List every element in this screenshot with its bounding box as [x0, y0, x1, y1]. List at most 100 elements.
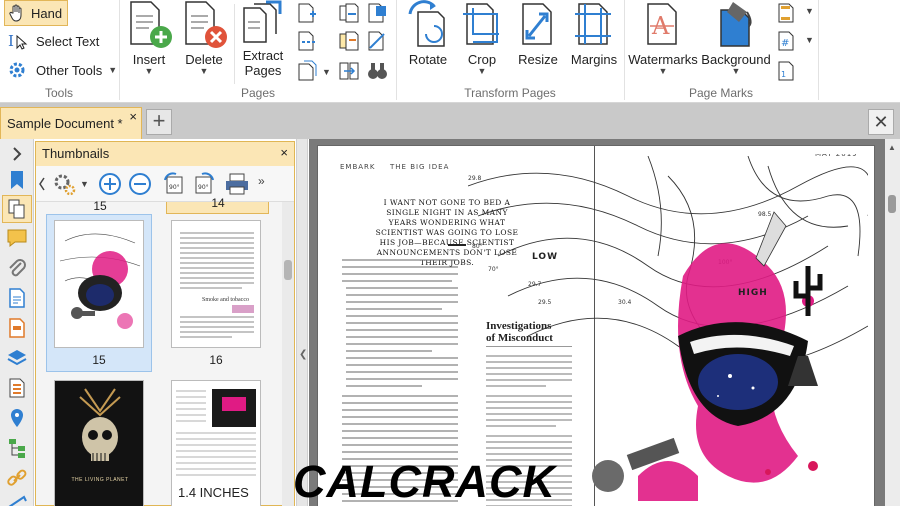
rotate-left-icon[interactable]: 90° — [162, 172, 186, 196]
page-number-icon[interactable]: 1 — [776, 60, 798, 82]
collapse-arrow-icon[interactable] — [38, 172, 46, 196]
watermark-text: CALCRACK — [293, 456, 556, 506]
page-thumbnail-15[interactable] — [54, 220, 144, 348]
header-footer-icon[interactable] — [776, 2, 798, 24]
split-page-icon[interactable] — [296, 30, 318, 52]
flatten-pages-icon[interactable] — [366, 30, 388, 52]
group-divider — [119, 0, 120, 100]
zoom-out-icon[interactable] — [128, 172, 152, 196]
swap-pages-icon[interactable] — [338, 30, 360, 52]
document-scrollbar[interactable]: ▲ — [885, 139, 900, 506]
copy-pages-icon[interactable] — [338, 2, 360, 24]
skull-illustration — [55, 381, 143, 506]
extract-pages-button[interactable]: Extract Pages — [238, 0, 288, 78]
page-thumbnail-16[interactable]: Smoke and tobacco — [171, 220, 261, 348]
close-document-button[interactable]: ✕ — [868, 109, 894, 135]
structure-icon[interactable] — [6, 377, 28, 399]
expand-arrow-icon[interactable] — [6, 143, 28, 165]
comments-icon[interactable] — [6, 227, 28, 249]
svg-text:80°: 80° — [472, 243, 483, 250]
insert-blank-page-icon[interactable] — [296, 2, 318, 24]
move-pages-icon[interactable] — [338, 60, 360, 82]
binoculars-icon[interactable] — [366, 60, 388, 82]
background-button[interactable]: Background ▼ — [700, 0, 772, 76]
svg-text:70°: 70° — [488, 266, 499, 273]
page-number-label: 14 — [211, 196, 225, 210]
attachments-icon[interactable] — [6, 257, 28, 279]
background-label: Background — [701, 52, 771, 67]
bates-numbering-icon[interactable]: # — [776, 30, 798, 52]
print-icon[interactable] — [224, 172, 250, 196]
document-tab[interactable]: Sample Document * × — [0, 107, 142, 139]
svg-text:90°: 90° — [169, 184, 180, 191]
watermarks-button[interactable]: A Watermarks ▼ — [628, 0, 698, 76]
chevron-down-icon[interactable]: ▼ — [322, 68, 331, 77]
duplicate-page-icon[interactable] — [296, 60, 318, 82]
chevron-down-icon[interactable]: ▼ — [80, 180, 89, 189]
chevron-down-icon: ▼ — [477, 66, 487, 76]
resize-button[interactable]: Resize — [514, 0, 562, 67]
scrollbar-thumb[interactable] — [888, 195, 896, 213]
extract-label: Extract Pages — [243, 48, 283, 78]
extract-label-line1: Extract — [242, 48, 284, 63]
close-panel-icon[interactable]: × — [280, 145, 288, 160]
page-top-margin — [318, 146, 874, 154]
scrollbar-thumb[interactable] — [284, 260, 292, 280]
layers-icon[interactable] — [6, 347, 28, 369]
svg-text:30.4: 30.4 — [618, 299, 632, 306]
destinations-icon[interactable] — [6, 407, 28, 429]
thumbnails-title: Thumbnails — [42, 146, 110, 161]
document-tab-title: Sample Document * — [7, 116, 123, 131]
links-icon[interactable] — [6, 467, 28, 489]
rotate-button[interactable]: Rotate — [400, 0, 456, 67]
more-options-icon[interactable]: » — [258, 174, 265, 188]
zoom-in-icon[interactable] — [98, 172, 122, 196]
transform-group-label: Transform Pages — [464, 86, 556, 100]
group-divider — [396, 0, 397, 100]
page-number-16: 16 — [209, 353, 223, 367]
chevron-down-icon: ▼ — [108, 65, 118, 75]
scroll-up-icon[interactable]: ▲ — [888, 143, 896, 152]
crop-label: Crop — [467, 52, 497, 67]
crop-button[interactable]: Crop ▼ — [458, 0, 506, 76]
signature-icon[interactable] — [6, 495, 28, 506]
page-thumbnail-17[interactable]: THE LIVING PLANET — [54, 380, 144, 506]
select-text-button[interactable]: I Select Text — [4, 28, 103, 54]
other-tools-button[interactable]: Other Tools ▼ — [4, 57, 121, 83]
page-content-icon[interactable] — [6, 287, 28, 309]
rotate-right-icon[interactable]: 90° — [192, 172, 216, 196]
page-header-left: EMBARK — [340, 163, 376, 171]
pane-splitter[interactable]: ❮ — [296, 139, 308, 506]
chevron-down-icon[interactable]: ▼ — [805, 36, 814, 45]
page-16-text-lines — [180, 232, 254, 338]
hand-icon — [9, 4, 22, 22]
extract-label-line2: Pages — [244, 63, 282, 78]
page-thumbnail-18[interactable]: 1.4 INCHES — [171, 380, 261, 506]
close-tab-icon[interactable]: × — [129, 109, 137, 124]
options-gear-icon[interactable] — [52, 172, 76, 196]
group-divider — [624, 0, 625, 100]
bookmark-icon[interactable] — [6, 169, 28, 191]
pull-quote-rule — [448, 244, 466, 246]
insert-label: Insert — [132, 52, 166, 67]
crop-icon — [463, 3, 499, 45]
svg-text:29.7: 29.7 — [528, 281, 542, 288]
chevron-down-icon[interactable]: ▼ — [805, 7, 814, 16]
delete-button[interactable]: Delete ▼ — [177, 0, 231, 76]
hand-tool-button[interactable]: Hand — [4, 0, 68, 26]
new-tab-button[interactable]: + — [146, 109, 172, 135]
label-high: HIGH — [738, 288, 768, 298]
page-format-icon[interactable] — [366, 2, 388, 24]
margins-button[interactable]: Margins — [566, 0, 622, 67]
form-fields-icon[interactable] — [6, 317, 28, 339]
page-header-mid: THE BIG IDEA — [390, 163, 450, 171]
chevron-down-icon: ▼ — [731, 66, 741, 76]
svg-text:29.5: 29.5 — [538, 299, 552, 306]
insert-button[interactable]: Insert ▼ — [122, 0, 176, 76]
tree-view-icon[interactable] — [6, 437, 28, 459]
thumbnails-pane-button[interactable] — [2, 195, 32, 223]
chevron-down-icon: ▼ — [144, 66, 154, 76]
document-view: EMBARK THE BIG IDEA MAY 2019 I WANT NOT … — [309, 139, 885, 506]
pages-group-label: Pages — [240, 86, 276, 100]
collapse-arrow-icon[interactable]: ❮ — [299, 349, 307, 360]
